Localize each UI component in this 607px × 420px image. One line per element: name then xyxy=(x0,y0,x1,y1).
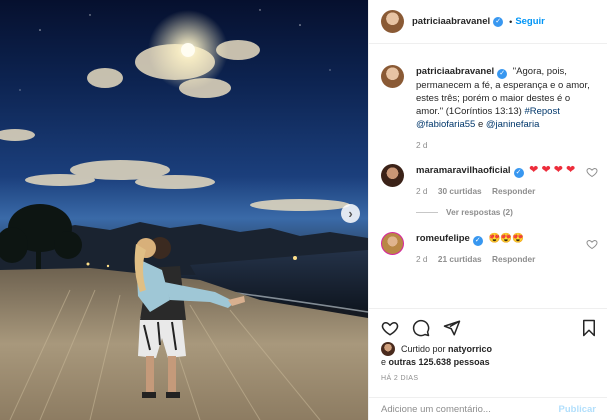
comment-text: ❤ ❤ ❤ ❤ xyxy=(529,164,576,176)
follow-button[interactable]: Seguir xyxy=(515,16,545,27)
post-sidebar: patriciaabravanel ✓ • Seguir patriciaabr… xyxy=(368,0,607,420)
likes-prefix: Curtido por xyxy=(401,343,446,354)
hashtag-link[interactable]: #Repost xyxy=(524,106,559,117)
comment-text-block: romeufelipe ✓ 😍😍😍 xyxy=(416,232,596,246)
likes-summary: Curtido por natyorrico e outras 125.638 … xyxy=(381,342,601,369)
heart-icon[interactable] xyxy=(586,166,598,178)
publish-button[interactable]: Publicar xyxy=(559,404,597,415)
caption-conj: e xyxy=(477,119,484,130)
comment-text-block: maramaravilhaoficial ✓ ❤ ❤ ❤ ❤ xyxy=(416,164,596,178)
post-header: patriciaabravanel ✓ • Seguir xyxy=(369,0,607,44)
verified-icon: ✓ xyxy=(497,69,508,79)
comment-age[interactable]: 2 d xyxy=(416,186,428,196)
verified-icon: ✓ xyxy=(472,236,483,246)
caption-age[interactable]: 2 d xyxy=(416,140,428,150)
likes-count[interactable]: outras 125.638 pessoas xyxy=(389,357,490,367)
action-bar xyxy=(369,308,607,344)
divider-line xyxy=(416,211,438,213)
bookmark-icon[interactable] xyxy=(580,319,598,337)
comment-input[interactable] xyxy=(381,403,559,415)
comment: maramaravilhaoficial ✓ ❤ ❤ ❤ ❤ 2 d 30 cur… xyxy=(369,164,607,217)
heart-icon[interactable] xyxy=(586,238,598,250)
author-username[interactable]: patriciaabravanel xyxy=(412,16,490,27)
comment-meta: 2 d 30 curtidas Responder xyxy=(416,186,596,196)
verified-icon: ✓ xyxy=(493,16,504,27)
view-replies-label: Ver respostas (2) xyxy=(446,207,513,217)
verified-icon: ✓ xyxy=(513,168,524,178)
caption: patriciaabravanel ✓ "Agora, pois, permane… xyxy=(369,65,607,150)
commenter-username[interactable]: maramaravilhaoficial xyxy=(416,165,511,176)
caption-text-block: patriciaabravanel ✓ "Agora, pois, permane… xyxy=(416,65,596,131)
next-photo-button[interactable]: › xyxy=(341,204,360,223)
commenter-avatar[interactable] xyxy=(381,232,404,255)
commenter-avatar[interactable] xyxy=(381,164,404,187)
mention-link[interactable]: @fabiofaria55 xyxy=(416,119,475,130)
caption-avatar[interactable] xyxy=(381,65,404,88)
likes-conj: e xyxy=(381,357,387,367)
photo-scene xyxy=(0,9,368,420)
heart-icon[interactable] xyxy=(381,319,399,337)
share-icon[interactable] xyxy=(443,319,461,337)
view-replies-button[interactable]: Ver respostas (2) xyxy=(416,207,596,217)
comment-icon[interactable] xyxy=(412,319,430,337)
comments-list[interactable]: patriciaabravanel ✓ "Agora, pois, permane… xyxy=(369,45,607,305)
post-photo[interactable]: › xyxy=(0,0,368,420)
chevron-right-icon: › xyxy=(348,206,353,221)
caption-username[interactable]: patriciaabravanel xyxy=(416,66,494,77)
separator-dot: • xyxy=(509,16,513,27)
comment-age[interactable]: 2 d xyxy=(416,254,428,264)
commenter-username[interactable]: romeufelipe xyxy=(416,233,470,244)
comment: romeufelipe ✓ 😍😍😍 2 d 21 curtidas Respond… xyxy=(369,232,607,264)
reply-button[interactable]: Responder xyxy=(492,186,535,196)
comment-likes[interactable]: 30 curtidas xyxy=(438,186,482,196)
comment-likes[interactable]: 21 curtidas xyxy=(438,254,482,264)
caption-meta: 2 d xyxy=(416,140,596,150)
add-comment-bar: Publicar xyxy=(369,397,607,420)
author-avatar[interactable] xyxy=(381,10,404,33)
post-timestamp[interactable]: HÁ 2 DIAS xyxy=(381,375,418,382)
comment-meta: 2 d 21 curtidas Responder xyxy=(416,254,596,264)
comment-text: 😍😍😍 xyxy=(488,233,525,244)
liker-avatar[interactable] xyxy=(381,342,395,356)
mention-link[interactable]: @janinefaria xyxy=(486,119,539,130)
reply-button[interactable]: Responder xyxy=(492,254,535,264)
liker-username[interactable]: natyorrico xyxy=(448,343,492,356)
